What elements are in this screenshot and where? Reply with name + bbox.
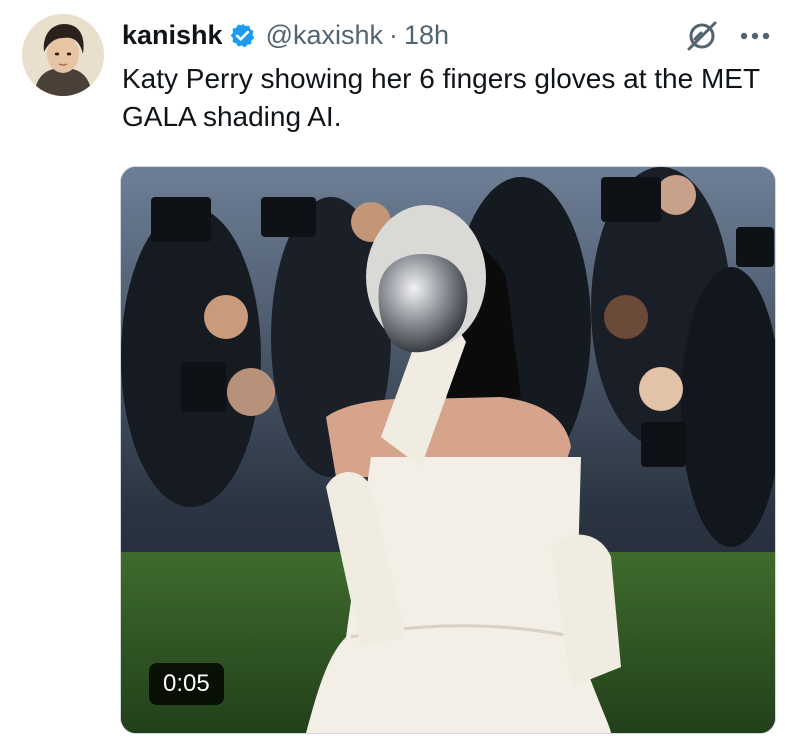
tweet-text: Katy Perry showing her 6 fingers gloves …	[122, 63, 760, 132]
timestamp[interactable]: 18h	[404, 20, 449, 51]
display-name[interactable]: kanishk	[122, 20, 223, 51]
grok-icon[interactable]	[684, 18, 720, 54]
verified-badge-icon[interactable]	[229, 22, 256, 49]
avatar-image	[22, 14, 104, 96]
separator-dot: ·	[389, 19, 399, 50]
user-handle[interactable]: @kaxishk	[266, 20, 383, 51]
video-duration: 0:05	[149, 663, 224, 705]
more-icon[interactable]	[738, 22, 772, 50]
avatar[interactable]	[22, 14, 104, 96]
video-frame	[121, 167, 775, 733]
tweet-header: kanishk @kaxishk · 18h	[122, 18, 449, 52]
tweet-video[interactable]: 0:05	[120, 166, 776, 734]
